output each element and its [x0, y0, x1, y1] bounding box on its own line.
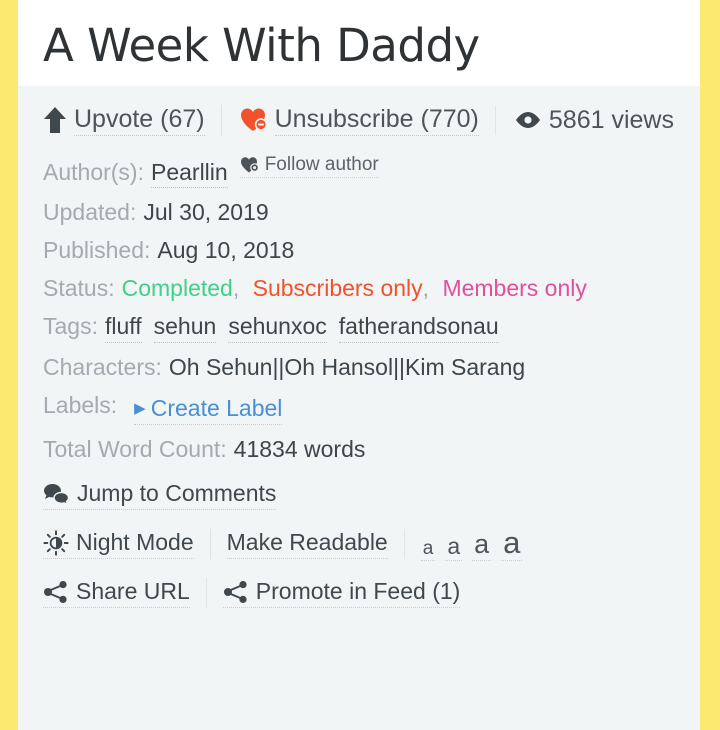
tag-item[interactable]: sehun [153, 313, 217, 343]
share-icon [223, 580, 249, 604]
tags-key: Tags: [43, 313, 98, 339]
upvote-button[interactable]: Upvote (67) [43, 105, 221, 136]
promote-in-feed-button[interactable]: Promote in Feed (1) [222, 578, 461, 608]
status-row: Status: Completed, Subscribers only, Mem… [43, 275, 700, 302]
share-row: Share URL Promote in Feed (1) [43, 578, 700, 608]
published-key: Published: [43, 237, 151, 263]
status-separator-2: , [422, 275, 430, 301]
share-url-button[interactable]: Share URL [43, 578, 190, 608]
status-badge-subscribers-only: Subscribers only [252, 275, 423, 301]
tags-row: Tags: fluff sehun sehunxoc fatherandsona… [43, 313, 700, 343]
font-size-group: a a a a [420, 527, 523, 561]
font-size-xs-button[interactable]: a [420, 539, 436, 561]
story-meta-body: Upvote (67) Unsubscribe (770) 5861 views… [18, 86, 700, 608]
status-separator-1: , [232, 275, 240, 301]
upvote-label: Upvote (67) [74, 105, 205, 136]
word-count-key: Total Word Count: [43, 436, 227, 462]
heart-minus-icon [240, 107, 268, 133]
word-count-value: 41834 words [233, 436, 366, 462]
labels-row: Labels: ▶ Create Label [43, 392, 700, 425]
jump-to-comments-button[interactable]: Jump to Comments [43, 480, 277, 510]
stats-row: Upvote (67) Unsubscribe (770) 5861 views [43, 86, 700, 148]
create-label-button[interactable]: ▶ Create Label [134, 395, 283, 425]
tag-item[interactable]: fatherandsonau [338, 313, 499, 343]
author-name-link[interactable]: Pearllin [150, 159, 228, 188]
status-key: Status: [43, 275, 115, 301]
share-url-label: Share URL [76, 578, 190, 604]
caret-right-icon: ▶ [134, 400, 146, 417]
night-mode-label: Night Mode [76, 529, 194, 555]
divider [205, 578, 207, 608]
published-row: Published: Aug 10, 2018 [43, 237, 700, 264]
divider [209, 529, 211, 559]
share-icon [43, 580, 69, 604]
comments-icon [43, 482, 70, 506]
view-count: 5861 views [494, 105, 690, 135]
make-readable-button[interactable]: Make Readable [226, 529, 388, 559]
unsubscribe-button[interactable]: Unsubscribe (770) [220, 104, 495, 136]
labels-key: Labels: [43, 392, 118, 418]
eye-icon [514, 110, 542, 130]
characters-value: Oh Sehun||Oh Hansol||Kim Sarang [168, 354, 526, 380]
view-count-label: 5861 views [548, 105, 674, 134]
heart-badge-icon [240, 156, 260, 174]
comments-row: Jump to Comments [43, 480, 700, 510]
night-mode-button[interactable]: Night Mode [43, 529, 194, 559]
divider [403, 529, 405, 559]
characters-row: Characters: Oh Sehun||Oh Hansol||Kim Sar… [43, 354, 700, 381]
published-value: Aug 10, 2018 [157, 237, 295, 263]
jump-to-comments-label: Jump to Comments [77, 480, 277, 506]
make-readable-label: Make Readable [226, 529, 388, 555]
follow-author-label: Follow author [264, 154, 379, 175]
characters-key: Characters: [43, 354, 162, 380]
updated-value: Jul 30, 2019 [143, 199, 269, 225]
promote-in-feed-label: Promote in Feed (1) [255, 578, 461, 604]
author-row: Author(s): Pearllin Follow author [43, 154, 700, 188]
font-size-m-button[interactable]: a [472, 531, 492, 561]
updated-row: Updated: Jul 30, 2019 [43, 199, 700, 226]
updated-key: Updated: [43, 199, 137, 225]
tag-item[interactable]: fluff [104, 313, 142, 343]
word-count-row: Total Word Count: 41834 words [43, 436, 700, 463]
status-badge-members-only: Members only [442, 275, 587, 301]
unsubscribe-label: Unsubscribe (770) [274, 105, 479, 136]
up-arrow-icon [43, 106, 67, 134]
page-title: A Week With Daddy [43, 19, 480, 73]
font-size-s-button[interactable]: a [445, 535, 463, 561]
create-label-text: Create Label [150, 395, 283, 421]
follow-author-button[interactable]: Follow author [239, 154, 379, 178]
status-badge-completed: Completed [121, 275, 233, 301]
title-bar: A Week With Daddy [18, 0, 700, 86]
display-options-row: Night Mode Make Readable a a a a [43, 527, 700, 561]
brightness-icon [43, 529, 69, 556]
story-info-panel: A Week With Daddy Upvote (67) Unsubscrib… [18, 0, 700, 730]
author-key: Author(s): [43, 159, 144, 185]
font-size-l-button[interactable]: a [501, 527, 523, 561]
tag-item[interactable]: sehunxoc [228, 313, 327, 343]
